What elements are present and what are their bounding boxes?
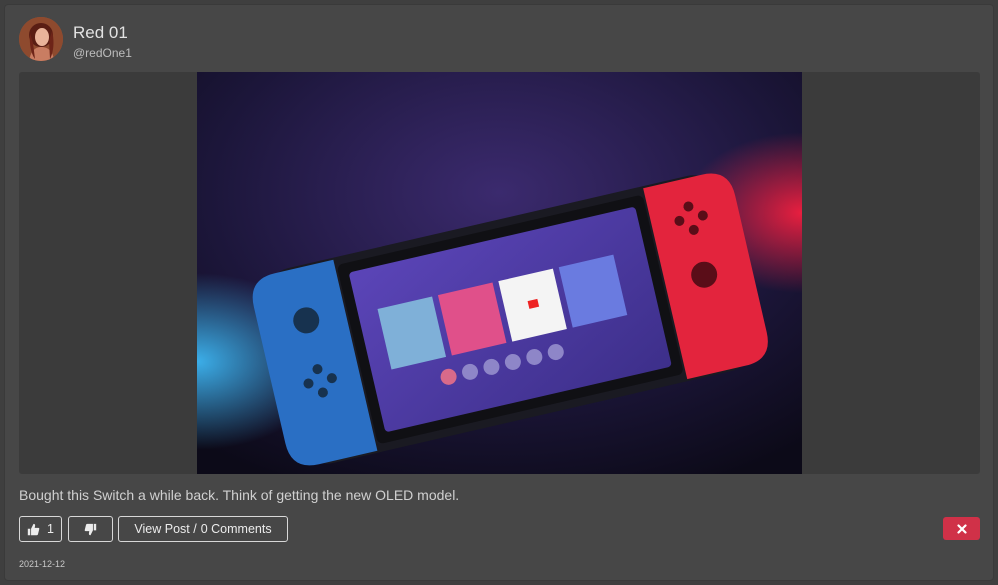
media-frame [19, 72, 980, 474]
post-date: 2021-12-12 [19, 559, 66, 569]
like-button[interactable]: 1 [19, 516, 62, 542]
comments-count: 0 Comments [200, 522, 272, 536]
thumbs-up-icon [27, 523, 40, 535]
user-avatar-image [19, 17, 63, 61]
delete-button[interactable] [943, 517, 980, 540]
post-caption: Bought this Switch a while back. Think o… [19, 487, 460, 503]
like-count: 1 [47, 522, 54, 536]
thumbs-down-icon [84, 523, 97, 535]
view-post-label: View Post / [134, 522, 197, 536]
avatar[interactable] [19, 17, 63, 61]
dislike-button[interactable] [68, 516, 113, 542]
view-post-button[interactable]: View Post / 0 Comments [118, 516, 288, 542]
close-icon [956, 523, 967, 534]
author-handle[interactable]: @redOne1 [73, 46, 132, 60]
post-card: Red 01 @redOne1 Bought this Switch a whi… [4, 4, 994, 581]
post-image[interactable] [197, 72, 802, 474]
author-name[interactable]: Red 01 [73, 23, 128, 43]
